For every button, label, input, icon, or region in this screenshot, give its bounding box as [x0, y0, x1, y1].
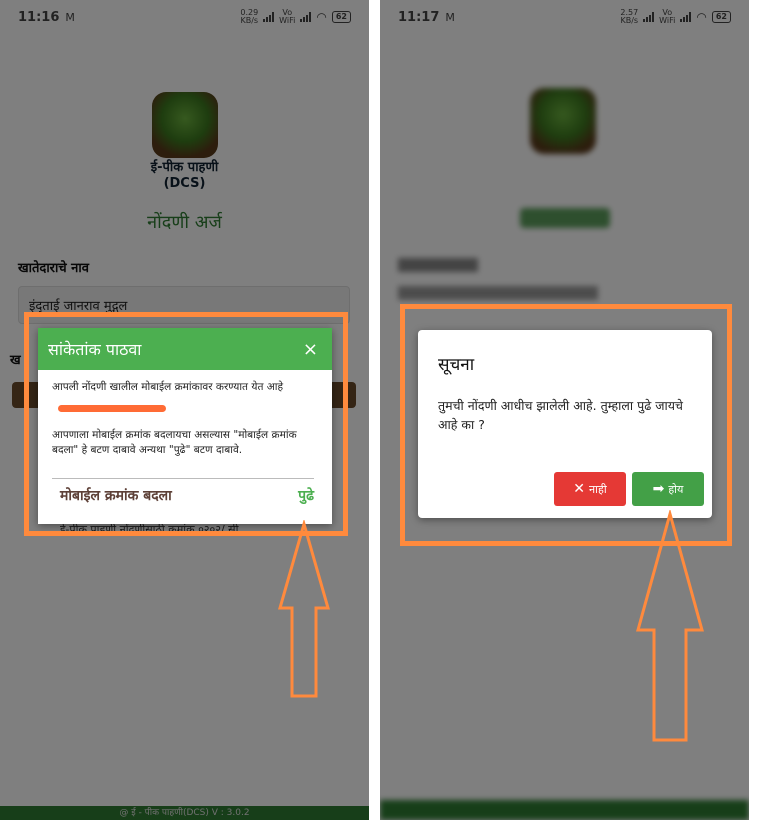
mail-icon: M — [445, 10, 455, 24]
battery-icon: 62 — [331, 11, 351, 23]
signal-icon — [263, 12, 275, 22]
mail-icon: M — [65, 10, 75, 24]
vowifi-label: Vo WiFi — [659, 8, 676, 25]
clock: 11:16 — [18, 9, 60, 25]
left-phone-screen: 11:16 M 0.29 KB/s Vo WiFi ◠ 62 ई-पीक पाह… — [0, 0, 369, 820]
signal-icon-2 — [300, 12, 312, 22]
wifi-icon: ◠ — [696, 10, 707, 24]
annotation-up-arrow — [636, 510, 704, 742]
clock: 11:17 — [398, 9, 440, 25]
network-speed: 2.57 KB/s — [620, 8, 639, 25]
status-bar: 11:17 M 2.57 KB/s Vo WiFi ◠ 62 — [380, 0, 749, 34]
status-bar: 11:16 M 0.29 KB/s Vo WiFi ◠ 62 — [0, 0, 369, 34]
signal-icon — [643, 12, 655, 22]
annotation-up-arrow — [278, 520, 330, 698]
signal-icon-2 — [680, 12, 692, 22]
network-speed: 0.29 KB/s — [240, 8, 259, 25]
wifi-icon: ◠ — [316, 10, 327, 24]
right-phone-screen: 11:17 M 2.57 KB/s Vo WiFi ◠ 62 सूचना तुम… — [380, 0, 749, 820]
annotation-highlight-box — [24, 312, 348, 536]
vowifi-label: Vo WiFi — [279, 8, 296, 25]
battery-icon: 62 — [711, 11, 731, 23]
